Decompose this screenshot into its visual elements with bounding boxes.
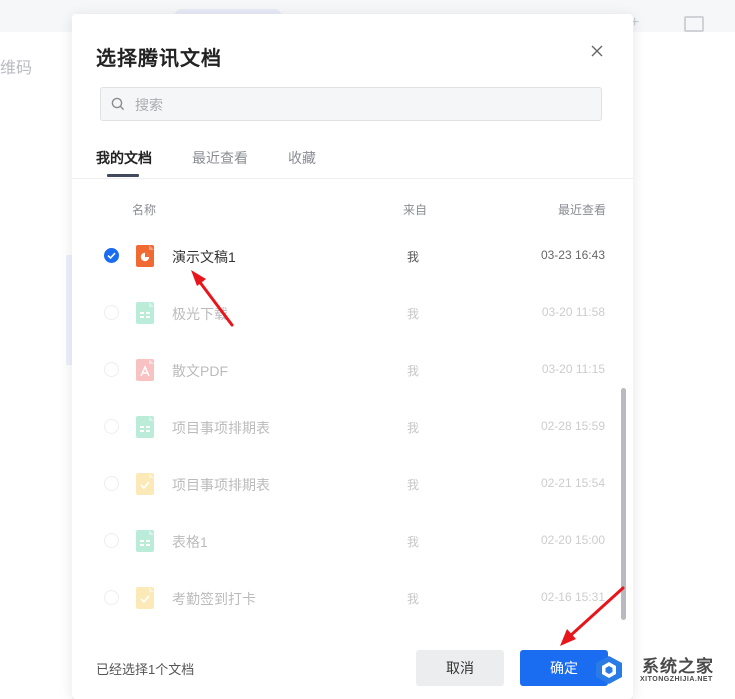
annotation-arrow-icon <box>191 270 234 327</box>
watermark-logo-icon <box>596 656 622 684</box>
watermark-url: XITONGZHIJIA.NET <box>640 676 713 683</box>
annotation-arrows <box>191 270 625 646</box>
annotation-arrow-icon <box>560 586 625 646</box>
watermark: 系统之家 XITONGZHIJIA.NET <box>590 650 730 694</box>
watermark-text: 系统之家 <box>642 657 714 676</box>
